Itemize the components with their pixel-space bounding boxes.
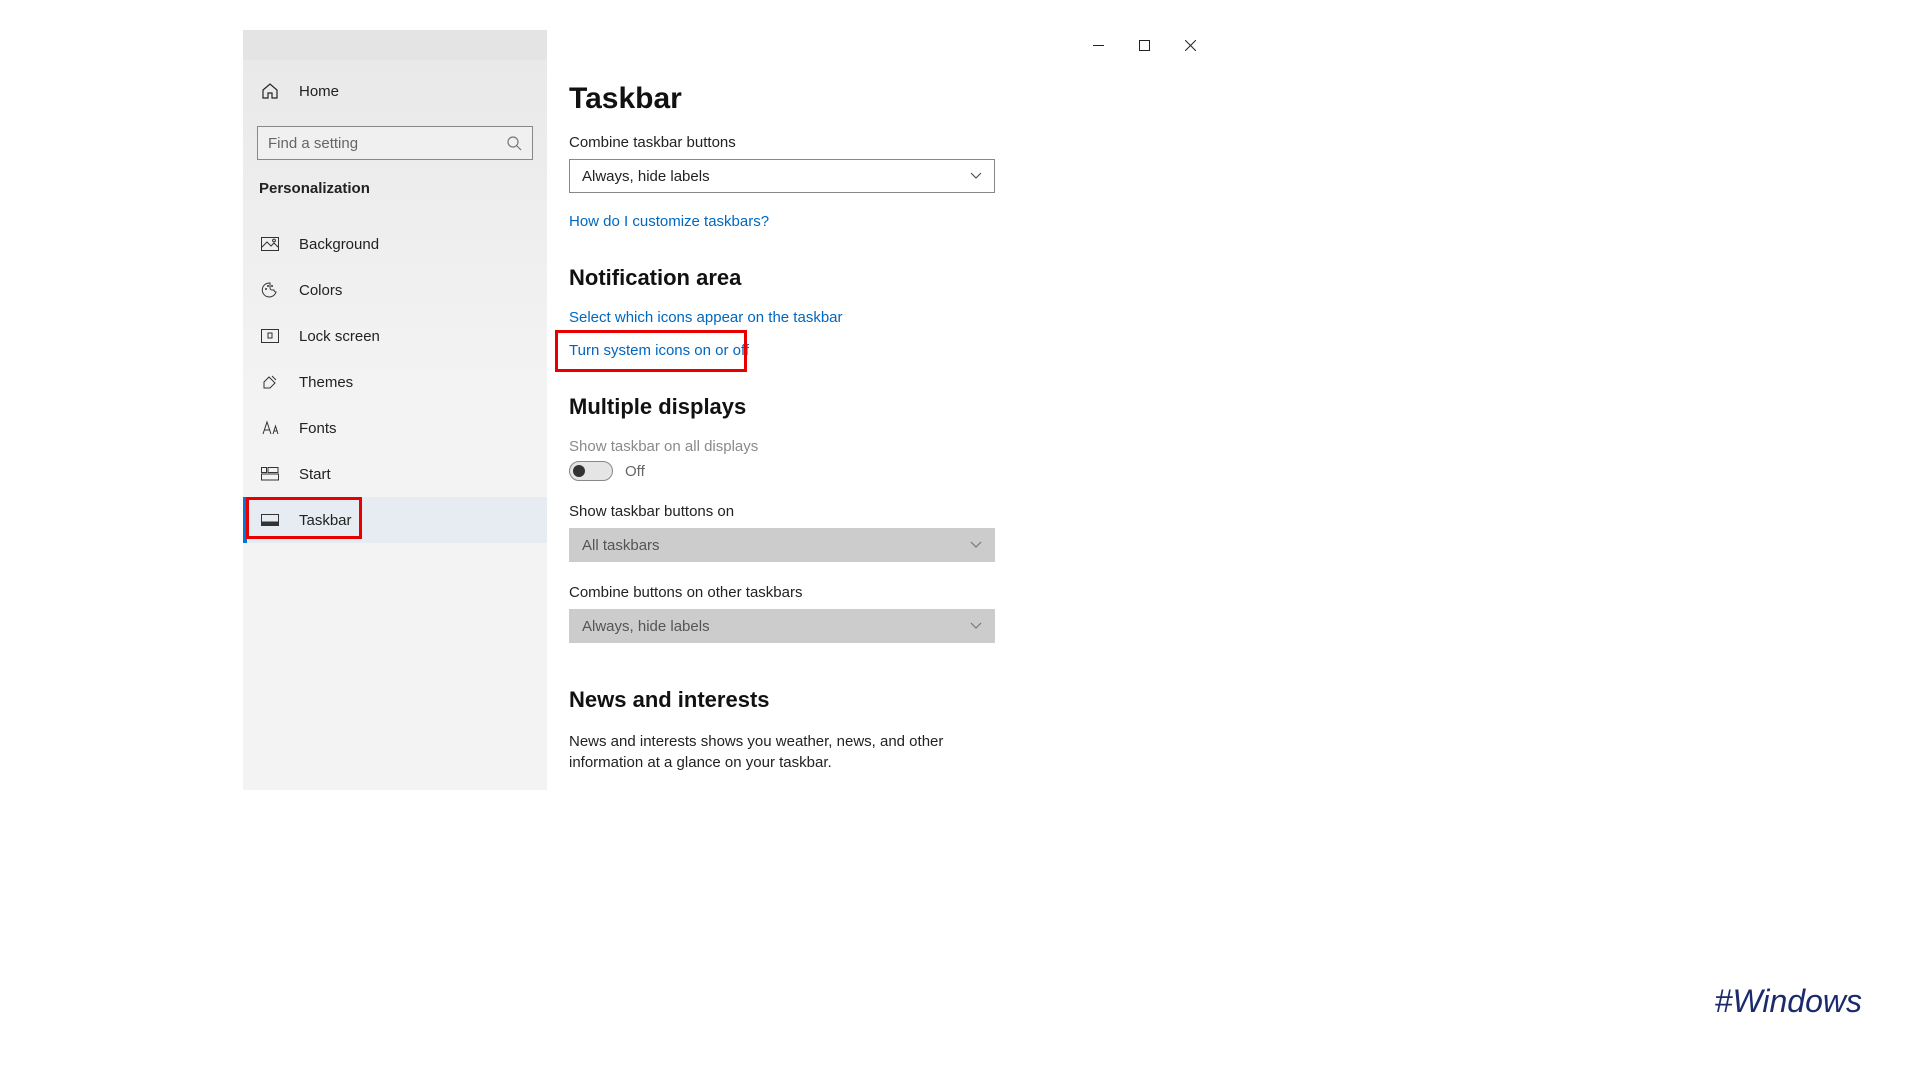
- chevron-down-icon: [970, 172, 982, 180]
- multiple-displays-heading: Multiple displays: [569, 394, 1213, 420]
- combine-other-dropdown: Always, hide labels: [569, 609, 995, 643]
- themes-icon: [259, 371, 281, 393]
- start-icon: [259, 463, 281, 485]
- notification-area-heading: Notification area: [569, 265, 1213, 291]
- minimize-icon: [1093, 40, 1104, 51]
- dropdown-value: All taskbars: [582, 537, 660, 554]
- sidebar-item-colors[interactable]: Colors: [243, 267, 547, 313]
- content-area: Taskbar Combine taskbar buttons Always, …: [547, 60, 1213, 790]
- window-controls: [1075, 30, 1213, 60]
- image-icon: [259, 233, 281, 255]
- sidebar-item-label: Fonts: [299, 420, 337, 437]
- sidebar-item-start[interactable]: Start: [243, 451, 547, 497]
- sidebar: Home Personalization Background Colors: [243, 60, 547, 790]
- sidebar-home[interactable]: Home: [243, 68, 547, 114]
- sidebar-item-taskbar[interactable]: Taskbar: [243, 497, 547, 543]
- taskbar-icon: [259, 509, 281, 531]
- show-buttons-on-dropdown: All taskbars: [569, 528, 995, 562]
- sidebar-item-label: Lock screen: [299, 328, 380, 345]
- chevron-down-icon: [970, 541, 982, 549]
- settings-window: Settings Home Personalization: [243, 30, 1213, 790]
- toggle-state-label: Off: [625, 463, 645, 480]
- news-interests-heading: News and interests: [569, 687, 1213, 713]
- toggle-knob: [573, 465, 585, 477]
- sidebar-item-label: Start: [299, 466, 331, 483]
- show-all-displays-toggle[interactable]: [569, 461, 613, 481]
- combine-other-label: Combine buttons on other taskbars: [569, 584, 1213, 601]
- sidebar-item-label: Background: [299, 236, 379, 253]
- search-input[interactable]: [268, 135, 506, 152]
- chevron-down-icon: [970, 622, 982, 630]
- sidebar-item-label: Taskbar: [299, 512, 352, 529]
- sidebar-item-label: Colors: [299, 282, 342, 299]
- search-icon: [506, 135, 522, 151]
- news-interests-description: News and interests shows you weather, ne…: [569, 731, 999, 773]
- hashtag-text: #Windows: [1715, 983, 1862, 1020]
- lock-screen-icon: [259, 325, 281, 347]
- titlebar-background: [243, 30, 547, 60]
- palette-icon: [259, 279, 281, 301]
- combine-taskbar-dropdown[interactable]: Always, hide labels: [569, 159, 995, 193]
- select-icons-link[interactable]: Select which icons appear on the taskbar: [569, 309, 1213, 326]
- sidebar-item-background[interactable]: Background: [243, 221, 547, 267]
- sidebar-item-themes[interactable]: Themes: [243, 359, 547, 405]
- close-icon: [1185, 40, 1196, 51]
- search-box[interactable]: [257, 126, 533, 160]
- page-title: Taskbar: [569, 82, 1213, 116]
- sidebar-home-label: Home: [299, 83, 339, 100]
- sidebar-item-fonts[interactable]: Fonts: [243, 405, 547, 451]
- dropdown-value: Always, hide labels: [582, 618, 710, 635]
- sidebar-item-lock-screen[interactable]: Lock screen: [243, 313, 547, 359]
- system-icons-link[interactable]: Turn system icons on or off: [569, 342, 749, 359]
- sidebar-item-label: Themes: [299, 374, 353, 391]
- active-indicator: [243, 497, 247, 543]
- show-all-displays-toggle-row: Off: [569, 461, 1213, 481]
- system-icons-link-wrap: Turn system icons on or off: [569, 342, 749, 359]
- dropdown-value: Always, hide labels: [582, 168, 710, 185]
- home-icon: [259, 80, 281, 102]
- close-button[interactable]: [1167, 30, 1213, 60]
- sidebar-category: Personalization: [243, 170, 547, 211]
- maximize-icon: [1139, 40, 1150, 51]
- combine-taskbar-label: Combine taskbar buttons: [569, 134, 1213, 151]
- sidebar-nav-list: Background Colors Lock screen Themes: [243, 221, 547, 543]
- minimize-button[interactable]: [1075, 30, 1121, 60]
- customize-taskbars-link[interactable]: How do I customize taskbars?: [569, 213, 769, 230]
- fonts-icon: [259, 417, 281, 439]
- show-buttons-on-label: Show taskbar buttons on: [569, 503, 1213, 520]
- show-all-displays-label: Show taskbar on all displays: [569, 438, 1213, 455]
- maximize-button[interactable]: [1121, 30, 1167, 60]
